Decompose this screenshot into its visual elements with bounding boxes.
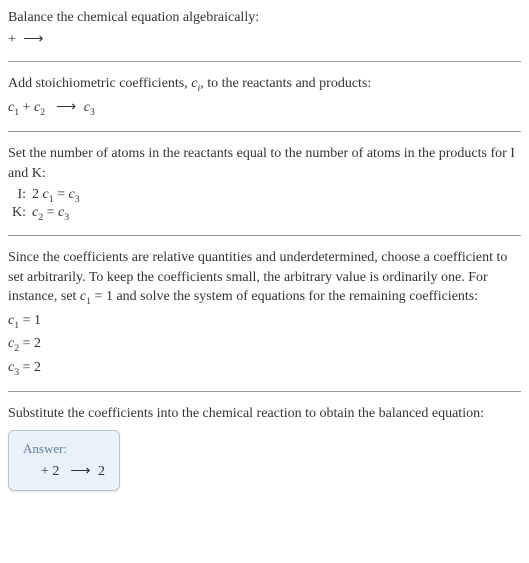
- solution-c1: c1 = 1: [8, 311, 521, 333]
- section-stoichiometric: Add stoichiometric coefficients, ci, to …: [8, 74, 521, 119]
- solve-text: Since the coefficients are relative quan…: [8, 248, 521, 309]
- divider: [8, 235, 521, 236]
- stoich-equation: c1 + c2 ⟶ c3: [8, 98, 521, 120]
- equals: =: [54, 187, 69, 202]
- atom-eq-K: c2 = c3: [32, 205, 69, 223]
- divider: [8, 61, 521, 62]
- solution-c3: c3 = 2: [8, 358, 521, 380]
- atom-label-I: I:: [8, 187, 32, 203]
- atom-equations: I: 2 c1 = c3 K: c2 = c3: [8, 187, 521, 223]
- section-atom-count: Set the number of atoms in the reactants…: [8, 144, 521, 223]
- answer-post: 2: [94, 464, 105, 479]
- answer-pre: + 2: [41, 464, 63, 479]
- substitute-text: Substitute the coefficients into the che…: [8, 404, 521, 424]
- intro-eq-plus: +: [8, 32, 19, 47]
- stoich-text-a: Add stoichiometric coefficients,: [8, 76, 191, 91]
- atom-text: Set the number of atoms in the reactants…: [8, 144, 521, 183]
- c3-sub: 3: [90, 106, 95, 117]
- section-solve: Since the coefficients are relative quan…: [8, 248, 521, 379]
- intro-line1: Balance the chemical equation algebraica…: [8, 8, 521, 28]
- arrow-icon: ⟶: [56, 98, 76, 118]
- answer-label: Answer:: [23, 441, 105, 457]
- c-val: = 2: [19, 336, 41, 351]
- section-balance-intro: Balance the chemical equation algebraica…: [8, 8, 521, 49]
- atom-row-K: K: c2 = c3: [8, 205, 521, 223]
- stoich-plus: +: [19, 100, 34, 115]
- arrow-icon: ⟶: [23, 30, 43, 50]
- divider: [8, 131, 521, 132]
- c-val: = 1: [19, 313, 41, 328]
- c3-sub: 3: [75, 194, 80, 205]
- coef-2: 2: [32, 187, 43, 202]
- stoich-text-b: , to the reactants and products:: [200, 76, 371, 91]
- intro-equation: + ⟶: [8, 30, 521, 50]
- answer-equation: + 2 ⟶ 2: [23, 463, 105, 480]
- arrow-icon: ⟶: [70, 463, 90, 480]
- stoich-text: Add stoichiometric coefficients, ci, to …: [8, 74, 521, 96]
- c-val: = 2: [19, 360, 41, 375]
- solution-c2: c2 = 2: [8, 334, 521, 356]
- atom-eq-I: 2 c1 = c3: [32, 187, 80, 205]
- c3-sub: 3: [64, 212, 69, 223]
- atom-label-K: K:: [8, 205, 32, 221]
- answer-box: Answer: + 2 ⟶ 2: [8, 430, 120, 491]
- section-substitute: Substitute the coefficients into the che…: [8, 404, 521, 491]
- divider: [8, 391, 521, 392]
- equals: =: [43, 205, 58, 220]
- solve-text-b: = 1 and solve the system of equations fo…: [91, 289, 478, 304]
- atom-row-I: I: 2 c1 = c3: [8, 187, 521, 205]
- c2-sub: 2: [40, 106, 45, 117]
